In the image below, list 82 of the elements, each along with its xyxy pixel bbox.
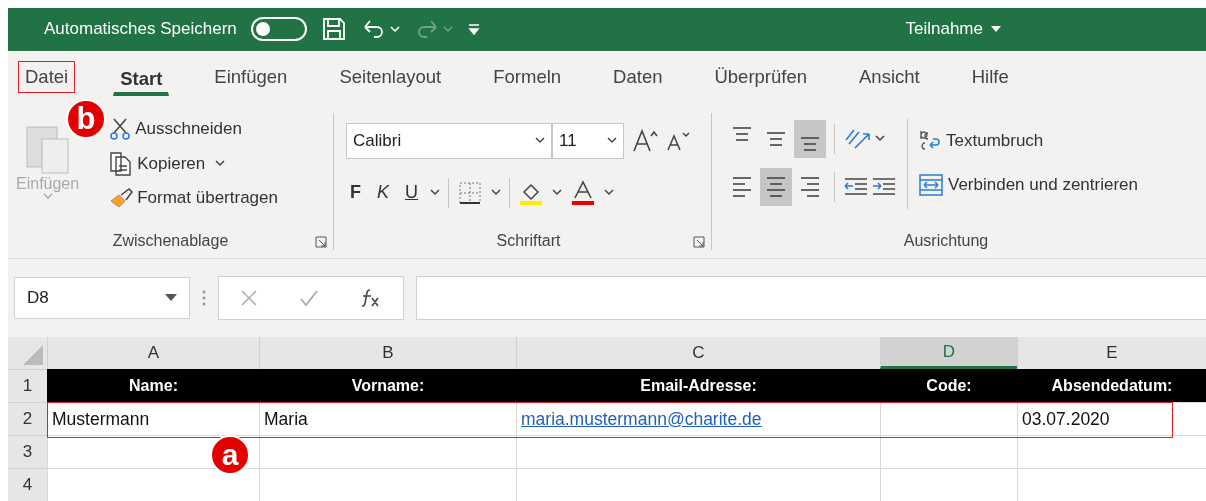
vertical-align-button[interactable] — [794, 119, 826, 158]
drag-handle-icon[interactable] — [202, 288, 206, 307]
ribbon-tab[interactable]: Formeln — [486, 60, 569, 93]
caret-icon[interactable] — [430, 189, 440, 197]
header-cell: Name: — [47, 369, 259, 402]
table-cell: Maria — [259, 402, 516, 435]
group-label: Zwischenablage — [112, 231, 229, 249]
copy-icon — [109, 150, 134, 177]
wrap-text-button[interactable]: Textumbruch — [918, 128, 1138, 153]
row-header[interactable]: 2 — [8, 402, 47, 435]
group-label: Schriftart — [496, 231, 561, 249]
document-title[interactable]: Teilnahme — [905, 19, 983, 40]
caret-icon[interactable] — [491, 189, 501, 197]
group-label: Ausrichtung — [903, 231, 989, 249]
header-cell: Code: — [880, 369, 1017, 402]
caret-icon[interactable] — [165, 294, 177, 302]
ribbon-tab[interactable]: Datei — [18, 60, 76, 93]
dialog-launcher-icon[interactable] — [693, 235, 705, 248]
column-header[interactable]: B — [259, 337, 516, 369]
table-cell: Mustermann — [47, 402, 259, 435]
borders-icon[interactable] — [457, 179, 483, 206]
caret-icon[interactable] — [535, 137, 545, 145]
caret-icon[interactable] — [604, 189, 614, 197]
column-header[interactable]: A — [47, 337, 259, 369]
column-header[interactable]: D — [880, 337, 1017, 369]
check-icon[interactable] — [299, 288, 319, 307]
ribbon-tab[interactable]: Daten — [606, 60, 670, 93]
merge-center-button[interactable]: Verbinden und zentrieren — [918, 172, 1138, 197]
font-name-field[interactable]: Calibri — [346, 122, 552, 159]
font-size-field[interactable]: 11 — [552, 122, 624, 159]
annotation-badge: b — [66, 98, 106, 139]
annotation-badge: a — [210, 435, 250, 475]
ribbon-tab[interactable]: Start — [113, 63, 170, 97]
dialog-launcher-icon[interactable] — [315, 235, 327, 248]
format-painter-button[interactable]: Format übertragen — [109, 186, 278, 209]
caret-icon[interactable] — [607, 137, 617, 145]
wrap-text-icon — [918, 128, 942, 153]
grow-font-icon[interactable] — [632, 128, 658, 153]
cut-button[interactable]: Ausschneiden — [109, 116, 278, 141]
align-icon — [765, 131, 787, 146]
scissors-icon — [109, 116, 132, 141]
align-icon — [799, 136, 821, 151]
row-header[interactable]: 1 — [8, 369, 47, 402]
ribbon-tab[interactable]: Seitenlayout — [332, 60, 449, 93]
ribbon-tab[interactable]: Ansicht — [852, 60, 927, 93]
column-header[interactable]: C — [516, 337, 880, 369]
merge-icon — [918, 172, 944, 197]
autosave-label: Automatisches Speichern — [44, 19, 237, 40]
align-icon — [731, 126, 753, 141]
column-header[interactable]: E — [1017, 337, 1206, 369]
italic-button[interactable]: K — [373, 182, 393, 204]
name-box[interactable]: D8 — [14, 276, 190, 319]
ribbon-tab[interactable]: Überprüfen — [707, 60, 815, 93]
save-icon[interactable] — [320, 16, 347, 43]
increase-indent-icon[interactable] — [871, 175, 897, 198]
header-cell: Email-Adresse: — [516, 369, 880, 402]
customize-icon[interactable] — [466, 22, 481, 37]
align-icon — [799, 176, 821, 197]
ribbon-tab[interactable]: Einfügen — [207, 60, 295, 93]
align-icon — [765, 176, 787, 197]
underline-button[interactable]: U — [401, 182, 422, 204]
bold-button[interactable]: F — [346, 182, 365, 204]
caret-icon[interactable] — [552, 189, 562, 197]
row-header[interactable]: 4 — [8, 468, 47, 501]
copy-button[interactable]: Kopieren — [109, 150, 206, 177]
row-header[interactable]: 3 — [8, 435, 47, 468]
decrease-indent-icon[interactable] — [843, 175, 869, 198]
header-cell: Absendedatum: — [1017, 369, 1206, 402]
autosave-toggle[interactable] — [250, 17, 307, 42]
font-color-icon[interactable] — [570, 179, 596, 206]
horizontal-align-button[interactable] — [760, 167, 792, 206]
align-icon — [731, 176, 753, 197]
shrink-font-icon[interactable] — [666, 129, 690, 152]
brush-icon — [109, 186, 134, 209]
table-cell: 03.07.2020 — [1017, 402, 1206, 435]
header-cell: Vorname: — [259, 369, 516, 402]
email-link[interactable]: maria.mustermann@charite.de — [516, 402, 880, 435]
caret-icon[interactable] — [215, 160, 226, 168]
caret-icon[interactable] — [875, 135, 885, 143]
formula-input[interactable] — [416, 275, 1206, 320]
caret-icon[interactable] — [991, 26, 1001, 33]
ribbon-tab[interactable]: Hilfe — [964, 60, 1016, 93]
